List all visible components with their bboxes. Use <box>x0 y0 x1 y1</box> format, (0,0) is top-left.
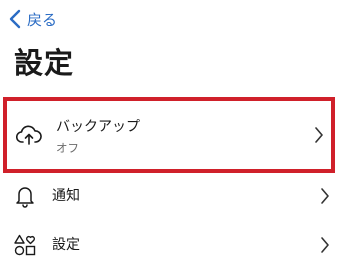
settings-row-notifications[interactable]: 通知 <box>0 178 340 214</box>
settings-row-label: バックアップ <box>56 119 140 135</box>
chevron-right-icon <box>312 125 326 145</box>
chevron-right-icon <box>318 186 332 206</box>
settings-row-label: 設定 <box>52 237 80 253</box>
settings-row-backup-text: バックアップ オフ <box>56 118 140 156</box>
settings-row-backup[interactable]: バックアップ オフ <box>3 97 335 173</box>
bell-icon <box>12 183 38 209</box>
settings-row-settings[interactable]: 設定 <box>0 227 340 263</box>
settings-row-label: 通知 <box>52 188 80 204</box>
settings-screen: 戻る 設定 バックアップ オフ 通知 設定 <box>0 0 340 276</box>
cloud-upload-icon <box>16 122 42 148</box>
settings-row-notifications-text: 通知 <box>52 187 80 205</box>
chevron-right-icon <box>318 235 332 255</box>
chevron-left-icon <box>4 6 26 32</box>
settings-row-settings-text: 設定 <box>52 236 80 254</box>
settings-row-sublabel: オフ <box>56 141 79 155</box>
back-button-label: 戻る <box>27 10 58 29</box>
back-button[interactable]: 戻る <box>4 6 57 32</box>
page-title: 設定 <box>14 46 75 80</box>
shapes-icon <box>12 232 38 258</box>
